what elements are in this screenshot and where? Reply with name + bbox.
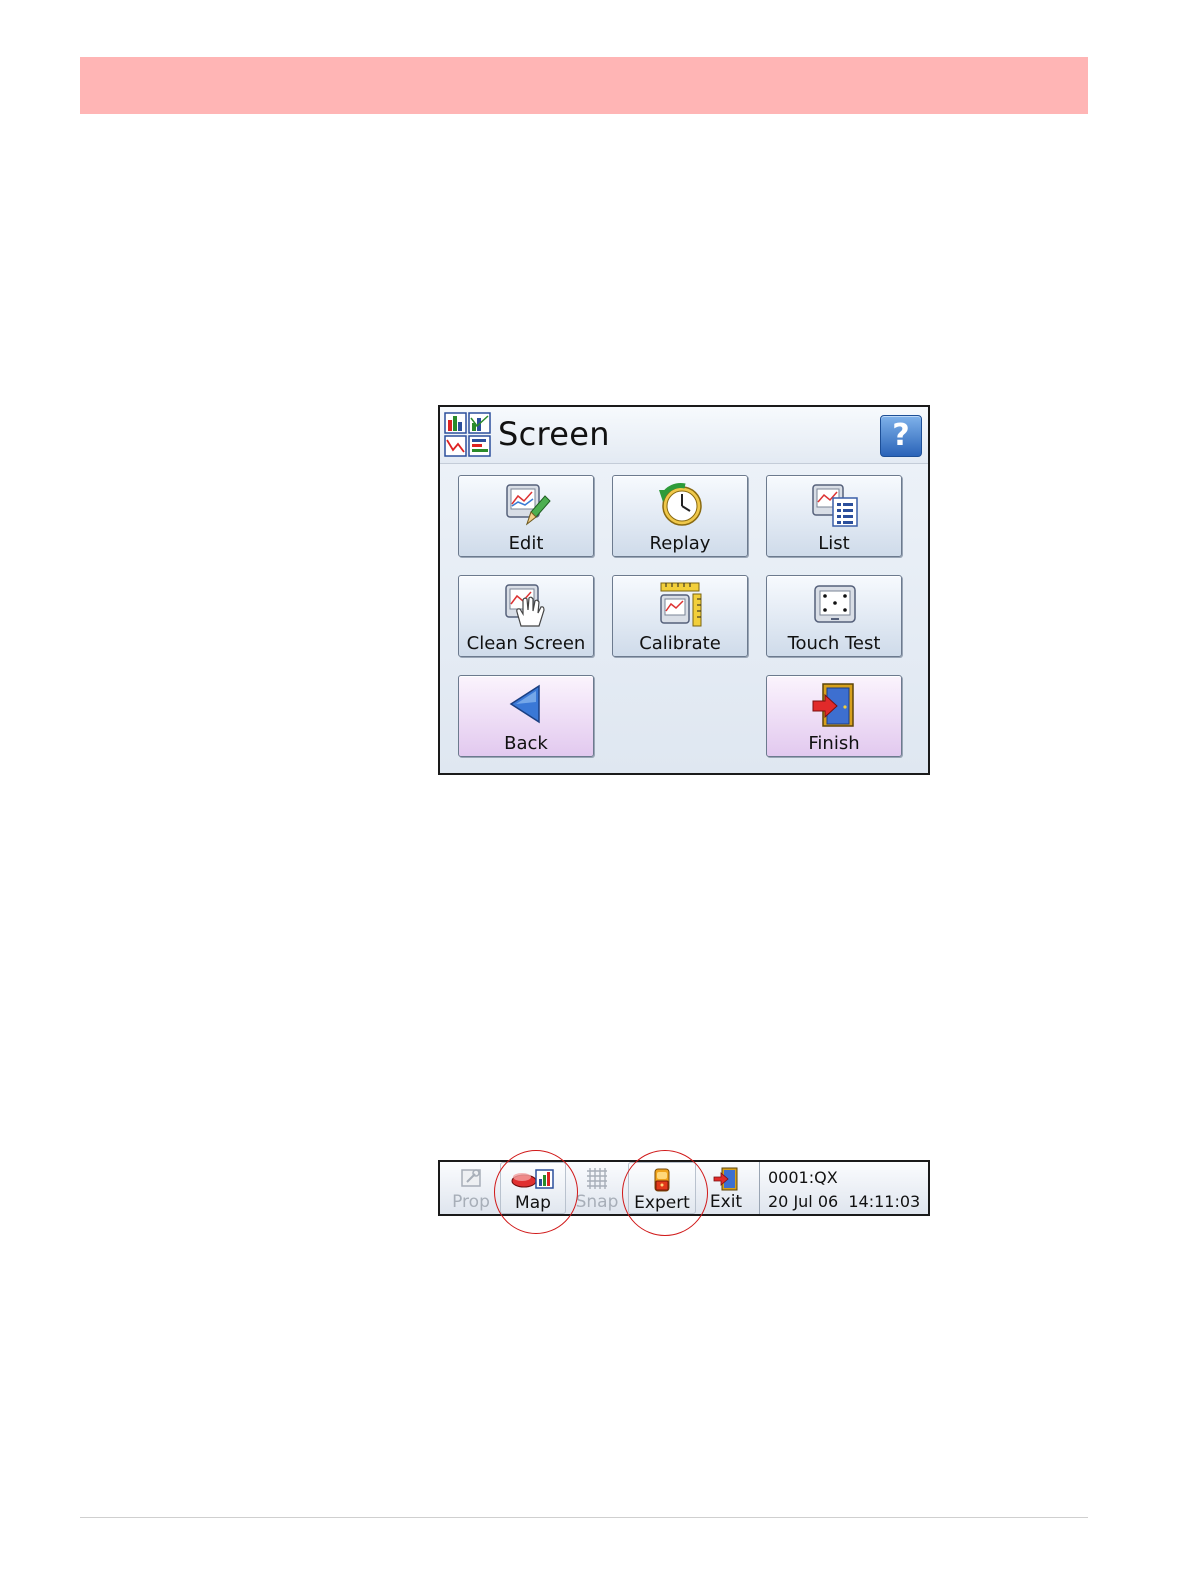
clean-screen-button[interactable]: Clean Screen <box>458 575 594 657</box>
grid-icon <box>587 1168 607 1189</box>
screen-menu-window: Screen ? Edit Replay List Clean Screen C… <box>438 405 930 775</box>
list-label: List <box>818 533 850 554</box>
back-arrow-icon <box>509 684 540 724</box>
hand-wipe-icon <box>505 584 545 627</box>
touch-points-icon <box>814 585 856 623</box>
calibrate-ruler-icon <box>660 582 702 627</box>
chart-edit-icon <box>506 484 551 526</box>
exit-label: Exit <box>709 1192 743 1212</box>
exit-door-icon <box>713 1167 738 1191</box>
status-info: 0001:QX 20 Jul 06 14:11:03 <box>768 1166 920 1214</box>
expert-lock-icon <box>654 1168 670 1192</box>
charts-app-icon <box>444 412 491 457</box>
chart-list-icon <box>812 484 858 527</box>
back-button[interactable]: Back <box>458 675 594 757</box>
help-button[interactable]: ? <box>880 415 922 457</box>
map-icon <box>511 1169 554 1189</box>
touch-test-label: Touch Test <box>787 633 881 654</box>
snap-button[interactable]: Snap <box>570 1162 624 1214</box>
replay-clock-icon <box>659 483 702 526</box>
map-button[interactable]: Map <box>500 1162 566 1214</box>
header-banner <box>80 57 1088 114</box>
exit-door-icon <box>812 683 854 727</box>
date-time: 20 Jul 06 14:11:03 <box>768 1192 921 1211</box>
calibrate-label: Calibrate <box>639 633 721 654</box>
list-button[interactable]: List <box>766 475 902 557</box>
edit-button[interactable]: Edit <box>458 475 594 557</box>
status-separator <box>759 1162 760 1214</box>
device-id: 0001:QX <box>768 1168 838 1187</box>
back-label: Back <box>504 733 548 754</box>
status-bar: Prop Map Snap Expert Exit 0001:QX 20 Jul… <box>438 1160 930 1216</box>
expert-button[interactable]: Expert <box>628 1162 696 1214</box>
finish-label: Finish <box>808 733 860 754</box>
touch-test-button[interactable]: Touch Test <box>766 575 902 657</box>
calibrate-button[interactable]: Calibrate <box>612 575 748 657</box>
prop-button[interactable]: Prop <box>444 1162 498 1214</box>
map-label: Map <box>515 1193 551 1213</box>
expert-label: Expert <box>634 1193 690 1213</box>
footer-divider <box>80 1517 1088 1518</box>
title-bar: Screen ? <box>440 407 928 464</box>
clean-screen-label: Clean Screen <box>466 633 586 654</box>
exit-button[interactable]: Exit <box>700 1162 752 1214</box>
finish-button[interactable]: Finish <box>766 675 902 757</box>
properties-icon <box>461 1169 481 1187</box>
edit-label: Edit <box>508 533 544 554</box>
replay-button[interactable]: Replay <box>612 475 748 557</box>
window-title: Screen <box>498 415 610 453</box>
snap-label: Snap <box>575 1192 619 1212</box>
prop-label: Prop <box>452 1192 490 1212</box>
replay-label: Replay <box>649 533 711 554</box>
